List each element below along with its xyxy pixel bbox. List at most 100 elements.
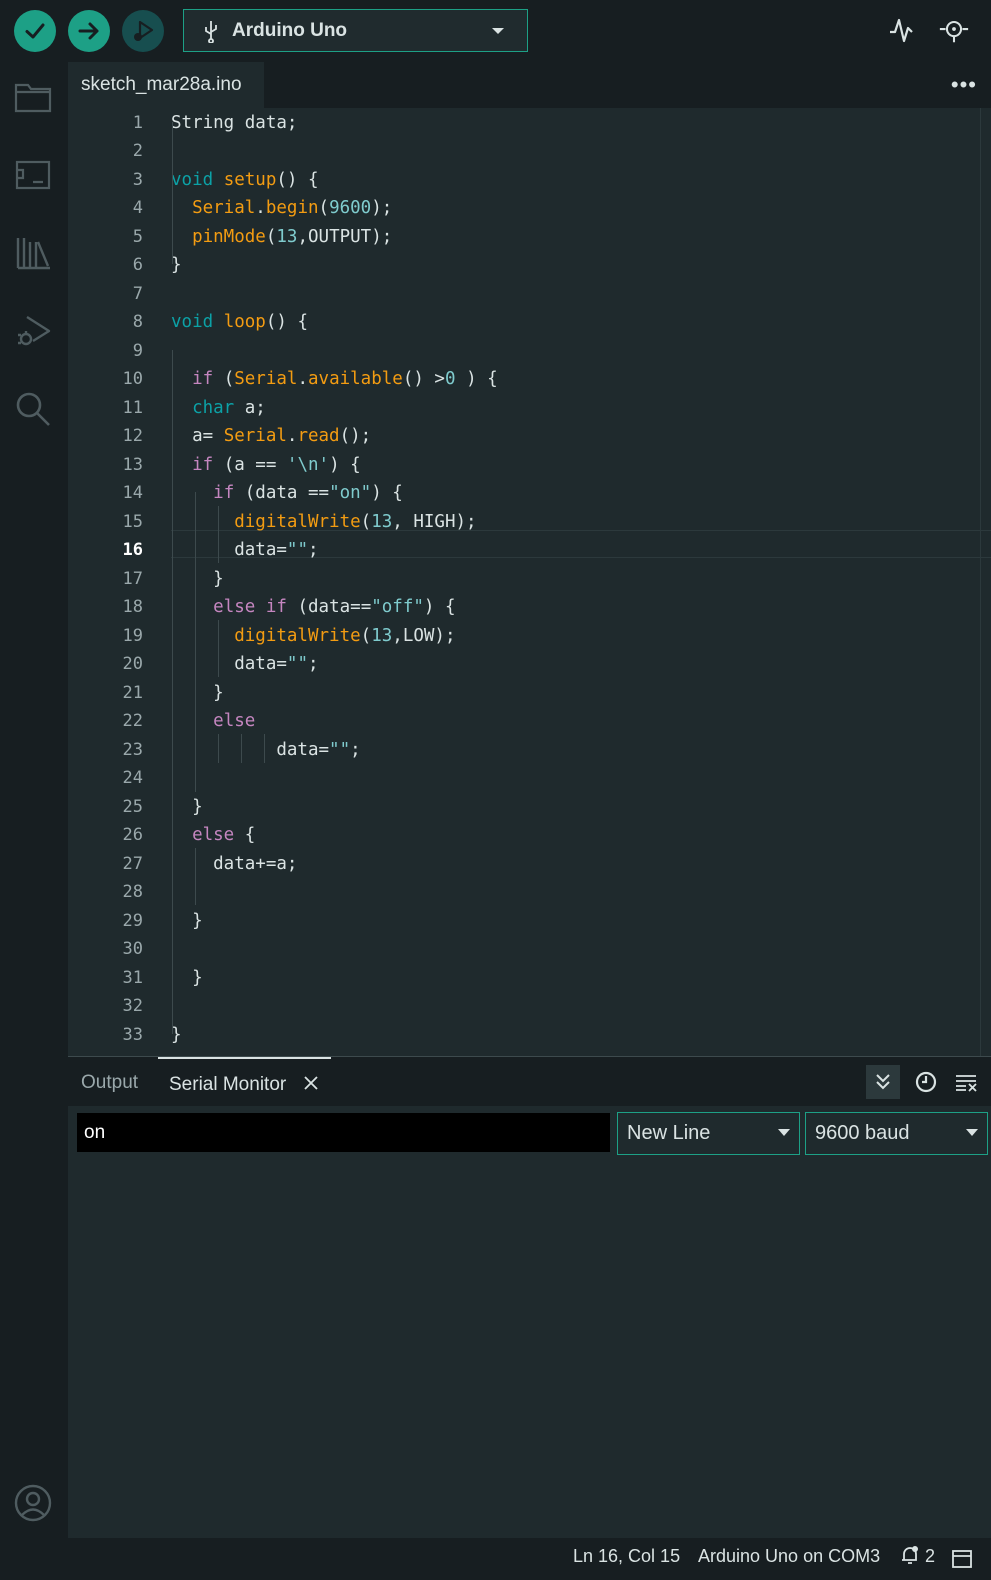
timestamp-button[interactable] bbox=[909, 1065, 943, 1099]
verify-button[interactable] bbox=[14, 10, 56, 52]
code-token: 13 bbox=[371, 511, 393, 532]
line-number: 3 bbox=[132, 169, 143, 190]
debug-icon bbox=[18, 315, 51, 346]
code-token: (); bbox=[339, 426, 372, 446]
code-token: "on" bbox=[329, 483, 372, 503]
indent-guide bbox=[241, 734, 242, 763]
code-token: } bbox=[171, 568, 224, 589]
code-line[interactable]: data=""; bbox=[171, 650, 318, 679]
code-token: . bbox=[297, 369, 308, 389]
code-line[interactable]: void setup() { bbox=[171, 166, 319, 195]
line-number: 22 bbox=[122, 711, 143, 731]
serial-plotter-icon bbox=[890, 18, 913, 43]
code-line[interactable]: void loop() { bbox=[171, 308, 308, 337]
code-line[interactable]: else if (data=="off") { bbox=[171, 593, 455, 622]
code-line[interactable]: String data; bbox=[171, 109, 297, 138]
tab-sketch-file[interactable]: sketch_mar28a.ino bbox=[68, 62, 264, 108]
code-line[interactable]: } bbox=[171, 679, 224, 708]
sidebar-item-debug[interactable] bbox=[12, 310, 54, 352]
code-token: else bbox=[213, 711, 256, 731]
line-number: 7 bbox=[132, 283, 143, 304]
code-token: char bbox=[192, 397, 235, 418]
code-line[interactable]: } bbox=[171, 907, 203, 936]
code-token: "" bbox=[286, 654, 308, 674]
code-line[interactable]: if (data =="on") { bbox=[171, 479, 403, 508]
code-line[interactable]: else bbox=[171, 707, 255, 736]
upload-button[interactable] bbox=[68, 10, 110, 52]
message-input[interactable] bbox=[77, 1113, 610, 1152]
clear-output-button[interactable] bbox=[949, 1065, 983, 1099]
tab-serial-monitor[interactable]: Serial Monitor bbox=[158, 1057, 331, 1107]
code-line[interactable]: } bbox=[171, 964, 203, 993]
code-token: ( bbox=[318, 198, 330, 218]
tab-output[interactable]: Output bbox=[81, 1057, 138, 1107]
line-number: 13 bbox=[122, 454, 143, 475]
line-number: 28 bbox=[122, 882, 143, 902]
code-line[interactable]: digitalWrite(13, HIGH); bbox=[171, 508, 476, 537]
sidebar-item-boards-manager[interactable] bbox=[12, 154, 54, 196]
line-number: 27 bbox=[122, 853, 143, 874]
line-number: 32 bbox=[122, 996, 143, 1016]
code-token: if bbox=[192, 454, 214, 475]
code-line[interactable]: if (Serial.available() >0 ) { bbox=[171, 365, 498, 394]
editor-scrollbar[interactable] bbox=[980, 108, 981, 1056]
toolbar: Arduino Uno bbox=[0, 0, 991, 62]
code-line[interactable]: digitalWrite(13,LOW); bbox=[171, 622, 455, 651]
toggle-panel-button[interactable] bbox=[952, 1544, 972, 1580]
code-token: (a == bbox=[213, 454, 287, 475]
debug-button[interactable] bbox=[122, 10, 164, 52]
sidebar-item-search[interactable] bbox=[12, 388, 54, 430]
line-number: 5 bbox=[132, 226, 143, 247]
notification-count: 2 bbox=[925, 1546, 936, 1566]
line-number: 8 bbox=[132, 312, 143, 332]
indent-guide bbox=[218, 620, 219, 677]
line-number: 20 bbox=[122, 654, 143, 674]
code-token: } bbox=[171, 682, 224, 703]
code-line[interactable]: Serial.begin(9600); bbox=[171, 194, 392, 223]
code-line[interactable]: pinMode(13,OUTPUT); bbox=[171, 223, 392, 252]
notifications-button[interactable]: 2 bbox=[900, 1538, 935, 1574]
code-editor[interactable]: 1 2 3 4 5 6 7 8 9 10 11 12 13 14 15 16 17 18 19 20 21 22 23 24 2… bbox=[68, 108, 991, 1056]
autoscroll-button[interactable] bbox=[866, 1065, 900, 1099]
line-number: 18 bbox=[122, 597, 143, 617]
library-icon bbox=[16, 238, 50, 270]
board-selector[interactable]: Arduino Uno bbox=[183, 9, 528, 52]
code-line[interactable]: char a; bbox=[171, 394, 266, 423]
code-line[interactable]: } bbox=[171, 793, 203, 822]
code-token: "" bbox=[286, 540, 308, 560]
cursor-position[interactable]: Ln 16, Col 15 bbox=[573, 1538, 680, 1574]
sidebar-item-library-manager[interactable] bbox=[12, 232, 54, 274]
code-token: digitalWrite bbox=[234, 625, 361, 646]
profile-button[interactable] bbox=[12, 1482, 54, 1524]
code-line[interactable]: data=""; bbox=[171, 536, 318, 565]
code-token: ) { bbox=[455, 369, 498, 389]
line-ending-select[interactable]: New Line bbox=[617, 1112, 800, 1155]
serial-monitor-button[interactable] bbox=[938, 14, 970, 46]
board-port-status[interactable]: Arduino Uno on COM3 bbox=[698, 1538, 880, 1574]
serial-plotter-button[interactable] bbox=[886, 14, 918, 46]
indent-guide bbox=[172, 350, 173, 1034]
code-line[interactable]: a= Serial.read(); bbox=[171, 422, 371, 451]
code-line[interactable]: data=""; bbox=[171, 736, 360, 765]
chevron-down-icon bbox=[966, 1129, 978, 1136]
code-line[interactable]: } bbox=[171, 565, 224, 594]
close-icon[interactable] bbox=[303, 1076, 318, 1090]
code-token: Serial bbox=[192, 198, 256, 218]
code-token: } bbox=[171, 967, 203, 988]
code-line[interactable]: if (a == '\n') { bbox=[171, 451, 361, 480]
baud-rate-select[interactable]: 9600 baud bbox=[805, 1112, 988, 1155]
line-number: 16 bbox=[122, 540, 143, 560]
code-line[interactable]: data+=a; bbox=[171, 850, 297, 879]
code-token: '\n' bbox=[286, 454, 330, 475]
code-token: void bbox=[171, 312, 214, 332]
code-token: available bbox=[308, 369, 403, 389]
code-line[interactable]: else { bbox=[171, 821, 255, 850]
more-actions-button[interactable]: ••• bbox=[951, 72, 977, 98]
status-bar: Ln 16, Col 15 Arduino Uno on COM3 2 bbox=[68, 1538, 991, 1570]
sidebar-item-sketchbook[interactable] bbox=[12, 76, 54, 118]
